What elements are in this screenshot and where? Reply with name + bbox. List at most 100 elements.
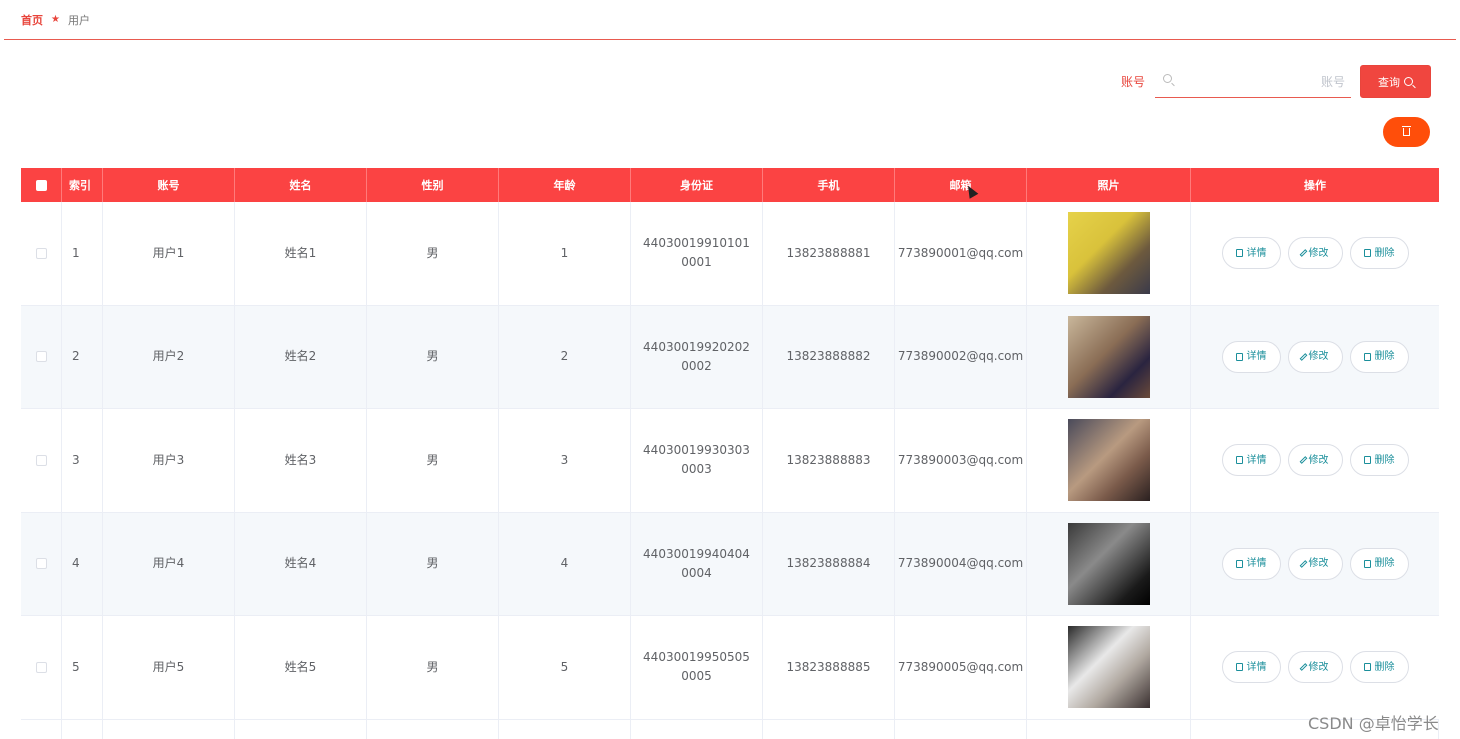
cell-account: 用户4: [103, 512, 235, 615]
edit-icon: [1299, 352, 1307, 361]
edit-button[interactable]: 修改: [1287, 547, 1343, 580]
table-row: 5 用户5 姓名5 男 5 440300199505050005 13823888885 77…: [21, 616, 1439, 720]
edit-button[interactable]: 修改: [1287, 237, 1343, 270]
delete-label: 删除: [1374, 558, 1395, 570]
cell-age: 5: [499, 616, 631, 719]
table-body: 1 用户1 姓名1 男 1 440300199101010001 13823888881 77…: [21, 202, 1439, 720]
cell-photo: [1027, 409, 1191, 512]
header-name: 姓名: [235, 168, 367, 202]
select-all-checkbox[interactable]: [35, 179, 47, 191]
cell-email: 773890003@qq.com: [895, 409, 1027, 512]
detail-button[interactable]: 详情: [1221, 340, 1281, 373]
document-icon: [1235, 352, 1243, 361]
cell-sex: 男: [367, 305, 499, 408]
cell-actions: 详情 修改 删除: [1191, 409, 1439, 512]
cell-name: 姓名3: [235, 409, 367, 512]
cell-actions: 详情 修改 删除: [1191, 513, 1439, 616]
edit-icon: [1299, 559, 1307, 568]
cell-name: 姓名4: [235, 512, 367, 615]
delete-label: 删除: [1374, 351, 1395, 363]
cell-id-card: 440300199101010001: [631, 202, 763, 305]
row-checkbox[interactable]: [35, 247, 47, 259]
cell-phone: 13823888884: [763, 512, 895, 615]
header-actions: 操作: [1304, 179, 1326, 192]
header-email: 邮箱: [895, 168, 1027, 202]
batch-delete-button[interactable]: [1383, 117, 1430, 147]
delete-button[interactable]: 删除: [1349, 444, 1409, 477]
row-checkbox[interactable]: [35, 454, 47, 466]
search-input[interactable]: [1179, 72, 1345, 92]
cell-email: 773890005@qq.com: [895, 616, 1027, 719]
delete-button[interactable]: 删除: [1349, 651, 1409, 684]
detail-button[interactable]: 详情: [1221, 651, 1281, 684]
search-icon: [1404, 77, 1413, 86]
row-checkbox[interactable]: [35, 661, 47, 673]
cell-photo: [1027, 512, 1191, 615]
cell-actions: 详情 修改 删除: [1191, 306, 1439, 409]
cell-account: 用户2: [103, 305, 235, 408]
table-row: 2 用户2 姓名2 男 2 440300199202020002 13823888882 77…: [21, 305, 1439, 409]
user-photo[interactable]: [1067, 419, 1150, 502]
breadcrumb-home[interactable]: 首页: [21, 12, 43, 28]
cell-actions: 详情 修改 删除: [1191, 616, 1439, 719]
row-checkbox[interactable]: [35, 351, 47, 363]
cell-phone: 13823888882: [763, 305, 895, 408]
trash-icon: [1402, 126, 1411, 136]
edit-icon: [1299, 663, 1307, 672]
cell-email: 773890004@qq.com: [895, 512, 1027, 615]
edit-button[interactable]: 修改: [1287, 444, 1343, 477]
delete-button[interactable]: 删除: [1349, 547, 1409, 580]
edit-button[interactable]: 修改: [1287, 651, 1343, 684]
header-id-card: 身份证: [631, 168, 763, 202]
id-card-text: 440300199202020002: [643, 339, 750, 373]
breadcrumb: 首页 ★ 用户: [4, 0, 1456, 40]
cell-name: 姓名1: [235, 202, 367, 305]
detail-button[interactable]: 详情: [1221, 547, 1281, 580]
trash-icon: [1363, 559, 1371, 568]
trash-icon: [1363, 663, 1371, 672]
cell-id-card: 440300199202020002: [631, 305, 763, 408]
document-icon: [1235, 663, 1243, 672]
cell-index: 3: [62, 409, 103, 512]
delete-button[interactable]: 删除: [1349, 237, 1409, 270]
edit-label: 修改: [1308, 247, 1329, 259]
row-checkbox[interactable]: [35, 558, 47, 570]
delete-button[interactable]: 删除: [1349, 340, 1409, 373]
cell-account: 用户5: [103, 616, 235, 719]
cell-photo: [1027, 202, 1191, 305]
table-header: 索引 账号 姓名 性别 年龄 身份证 手机 邮箱 照片 操作: [21, 168, 1439, 202]
cell-sex: 男: [367, 409, 499, 512]
id-card-text: 440300199303030003: [643, 443, 750, 477]
query-button[interactable]: 查询: [1360, 65, 1431, 98]
detail-label: 详情: [1246, 247, 1267, 259]
cell-name: 姓名2: [235, 305, 367, 408]
edit-button[interactable]: 修改: [1287, 340, 1343, 373]
header-index: 索引: [62, 168, 103, 202]
row-select-cell: [21, 409, 62, 512]
detail-button[interactable]: 详情: [1221, 237, 1281, 270]
user-photo[interactable]: [1067, 315, 1150, 398]
edit-label: 修改: [1308, 661, 1329, 673]
cell-sex: 男: [367, 202, 499, 305]
trash-icon: [1363, 456, 1371, 465]
detail-label: 详情: [1246, 351, 1267, 363]
search-box[interactable]: [1155, 66, 1351, 98]
user-photo[interactable]: [1067, 522, 1150, 605]
user-photo[interactable]: [1067, 212, 1150, 295]
edit-label: 修改: [1308, 558, 1329, 570]
delete-label: 删除: [1374, 454, 1395, 466]
cell-phone: 13823888883: [763, 409, 895, 512]
delete-label: 删除: [1374, 661, 1395, 673]
edit-label: 修改: [1308, 351, 1329, 363]
detail-label: 详情: [1246, 558, 1267, 570]
table-row-partial: [21, 719, 1439, 739]
user-photo[interactable]: [1067, 626, 1150, 709]
cell-id-card: 440300199404040004: [631, 512, 763, 615]
header-select-all[interactable]: [21, 168, 62, 202]
row-select-cell: [21, 616, 62, 719]
search-icon: [1163, 74, 1172, 83]
cell-age: 3: [499, 409, 631, 512]
detail-button[interactable]: 详情: [1221, 444, 1281, 477]
cell-account: 用户1: [103, 202, 235, 305]
cell-email: 773890001@qq.com: [895, 202, 1027, 305]
